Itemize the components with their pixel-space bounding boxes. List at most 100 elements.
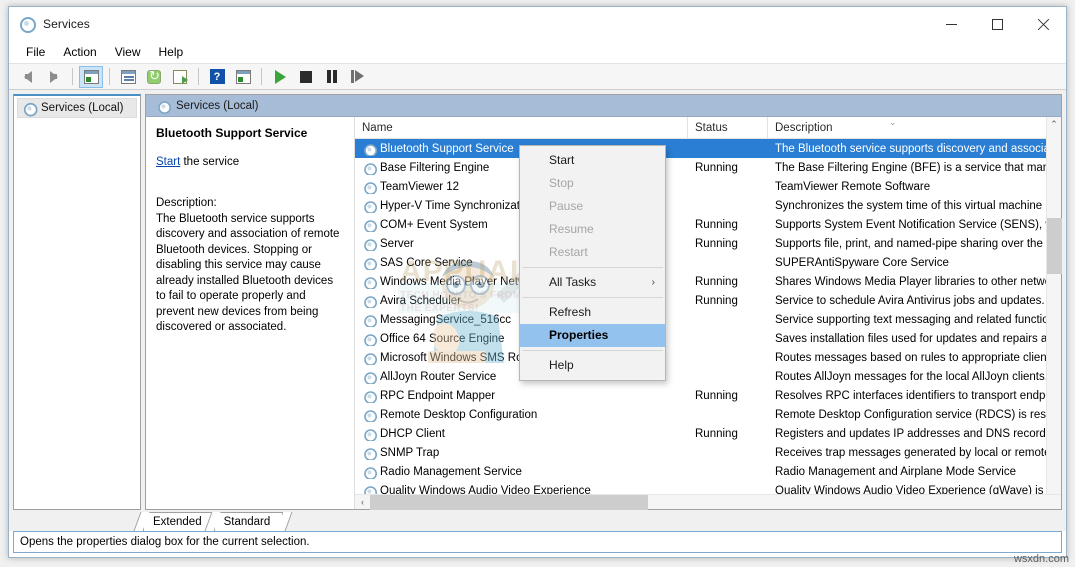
cell-service-description: Routes AllJoyn messages for the local Al… [775, 370, 1048, 383]
detail-description-label: Description: [156, 197, 217, 209]
horizontal-scroll-thumb[interactable] [370, 494, 648, 510]
table-row[interactable]: SAS Core Service SUPERAntiSpyware Core Se… [355, 253, 1061, 272]
cell-service-status: Running [695, 389, 738, 402]
table-row[interactable]: SNMP Trap Receives trap messages generate… [355, 443, 1061, 462]
detail-description-text: The Bluetooth service supports discovery… [156, 212, 340, 334]
start-service-link[interactable]: Start [156, 156, 180, 168]
back-arrow-icon[interactable] [16, 66, 40, 88]
table-row[interactable]: Base Filtering Engine Running The Base Fil… [355, 158, 1061, 177]
table-row[interactable]: Microsoft Windows SMS Rou Routes messages… [355, 348, 1061, 367]
detail-service-name: Bluetooth Support Service [156, 126, 308, 140]
column-header-name[interactable]: Name [355, 116, 688, 139]
menu-help[interactable]: Help [150, 43, 193, 61]
status-bar: Opens the properties dialog box for the … [13, 531, 1062, 553]
services-gear-icon [363, 466, 378, 479]
export-list-icon[interactable] [168, 66, 192, 88]
menu-bar: File Action View Help [9, 41, 1066, 63]
context-menu-separator [522, 297, 663, 298]
table-row[interactable]: Radio Management Service Radio Management… [355, 462, 1061, 481]
pause-service-icon[interactable] [320, 66, 344, 88]
tab-standard[interactable]: Standard [213, 512, 284, 531]
cell-service-description: Resolves RPC interfaces identifiers to t… [775, 389, 1052, 402]
context-menu-item-start[interactable]: Start [520, 149, 665, 172]
table-row[interactable]: MessagingService_516cc Service supporting… [355, 310, 1061, 329]
cell-service-description: The Base Filtering Engine (BFE) is a ser… [775, 161, 1061, 174]
forward-arrow-icon[interactable] [42, 66, 66, 88]
services-gear-icon [363, 333, 378, 346]
vertical-scroll-track[interactable] [1046, 132, 1062, 494]
maximize-button[interactable] [974, 7, 1020, 41]
context-menu-item-pause: Pause [520, 195, 665, 218]
vertical-scroll-thumb[interactable] [1046, 218, 1062, 274]
context-menu-item-all-tasks[interactable]: All Tasks › [520, 271, 665, 294]
services-gear-icon [23, 102, 38, 117]
close-button[interactable] [1020, 7, 1066, 41]
service-name-label: SNMP Trap [380, 446, 440, 459]
context-menu-item-label: Stop [549, 176, 574, 190]
cell-service-status: Running [695, 218, 738, 231]
context-menu-item-label: Start [549, 153, 575, 167]
restart-service-icon[interactable] [346, 66, 370, 88]
scroll-up-button[interactable]: ⌃ [1047, 117, 1062, 132]
table-row[interactable]: Bluetooth Support Service The Bluetooth s… [355, 139, 1061, 158]
show-hide-action-pane-icon[interactable] [231, 66, 255, 88]
table-row[interactable]: Hyper-V Time Synchronizati Synchronizes t… [355, 196, 1061, 215]
context-menu-item-label: Help [549, 358, 574, 372]
context-menu: Start Stop Pause Resume Restart All Tasks › Ref… [519, 145, 666, 381]
horizontal-scroll-track[interactable] [370, 494, 1061, 510]
service-name-label: Avira Scheduler [380, 294, 461, 307]
menu-file[interactable]: File [17, 43, 54, 61]
cell-service-description: Service to schedule Avira Antivirus jobs… [775, 294, 1045, 307]
service-name-label: DHCP Client [380, 427, 445, 440]
horizontal-scrollbar[interactable]: ‹ [355, 494, 1061, 510]
properties-icon[interactable] [116, 66, 140, 88]
menu-action[interactable]: Action [54, 43, 105, 61]
scroll-left-button[interactable]: ‹ [355, 495, 370, 510]
table-row[interactable]: Quality Windows Audio Video Experience Qu… [355, 481, 1061, 494]
cell-service-description: Saves installation files used for update… [775, 332, 1054, 345]
table-row[interactable]: Remote Desktop Configuration Remote Deskt… [355, 405, 1061, 424]
table-row[interactable]: DHCP Client Running Registers and updates … [355, 424, 1061, 443]
column-header-status[interactable]: Status [688, 116, 768, 139]
refresh-icon[interactable] [142, 66, 166, 88]
tree-item-services-local[interactable]: Services (Local) [17, 98, 137, 118]
context-menu-item-help[interactable]: Help [520, 354, 665, 377]
cell-service-description: Registers and updates IP addresses and D… [775, 427, 1058, 440]
cell-service-description: The Bluetooth service supports discovery… [775, 142, 1050, 155]
menu-view[interactable]: View [106, 43, 150, 61]
table-row[interactable]: Office 64 Source Engine Saves installatio… [355, 329, 1061, 348]
start-service-icon[interactable] [268, 66, 292, 88]
service-name-label: Windows Media Player Netw [380, 275, 527, 288]
services-gear-icon [157, 100, 172, 114]
vertical-scrollbar[interactable]: ⌃ ⌄ [1046, 117, 1062, 509]
show-hide-tree-icon[interactable] [79, 65, 103, 88]
stop-service-icon[interactable] [294, 66, 318, 88]
services-gear-icon [363, 428, 378, 441]
table-row[interactable]: Windows Media Player Netw Running Shares W… [355, 272, 1061, 291]
cell-service-description: Quality Windows Audio Video Experience (… [775, 484, 1054, 495]
service-name-label: Radio Management Service [380, 465, 522, 478]
table-row[interactable]: TeamViewer 12 TeamViewer Remote Software [355, 177, 1061, 196]
cell-service-name: RPC Endpoint Mapper [355, 389, 688, 403]
column-header-description[interactable]: Description [768, 117, 1061, 139]
cell-service-status: Running [695, 275, 738, 288]
help-icon[interactable]: ? [205, 66, 229, 88]
context-menu-item-properties[interactable]: Properties [520, 324, 665, 347]
table-row[interactable]: COM+ Event System Running Supports System … [355, 215, 1061, 234]
table-row[interactable]: Server Running Supports file, print, and n… [355, 234, 1061, 253]
context-menu-separator [522, 267, 663, 268]
context-menu-item-label: Restart [549, 245, 588, 259]
cell-service-name: Quality Windows Audio Video Experience [355, 484, 688, 495]
tab-extended[interactable]: Extended [143, 512, 215, 531]
table-row[interactable]: AllJoyn Router Service Routes AllJoyn mes… [355, 367, 1061, 386]
table-row[interactable]: RPC Endpoint Mapper Running Resolves RPC i… [355, 386, 1061, 405]
table-row[interactable]: Avira Scheduler Running Service to schedul… [355, 291, 1061, 310]
services-gear-icon [363, 143, 378, 156]
services-list: Name Status Description ⌄ Bluetooth Supp… [354, 116, 1062, 510]
context-menu-item-refresh[interactable]: Refresh [520, 301, 665, 324]
cell-service-description: Shares Windows Media Player libraries to… [775, 275, 1052, 288]
results-pane-header: Services (Local) [146, 95, 1061, 117]
service-name-label: Quality Windows Audio Video Experience [380, 484, 591, 495]
minimize-button[interactable] [928, 7, 974, 41]
cell-service-status: Running [695, 294, 738, 307]
